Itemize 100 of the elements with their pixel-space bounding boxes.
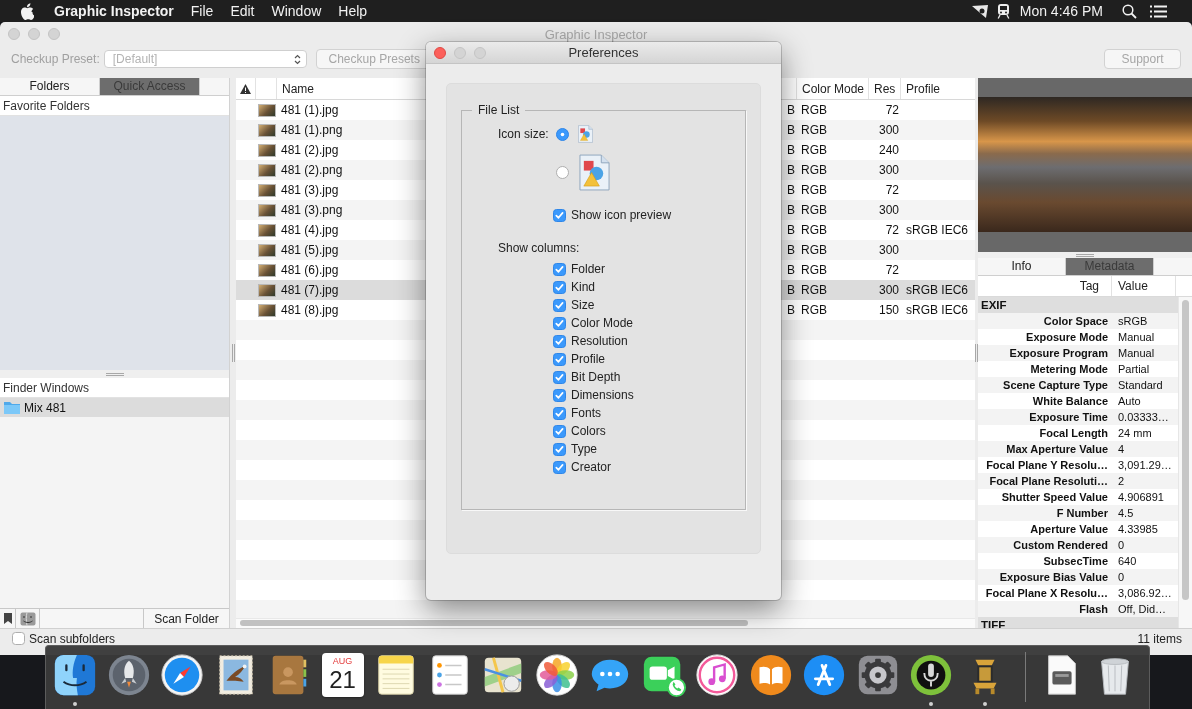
table-cell: RGB: [801, 283, 827, 297]
metadata-value: 4.33985: [1117, 522, 1159, 537]
metadata-tag: Metering Mode: [978, 361, 1112, 377]
file-name: 481 (5).jpg: [281, 243, 339, 257]
metadata-value: 0: [1117, 538, 1126, 553]
metadata-tag: Shutter Speed Value: [978, 489, 1112, 505]
metadata-value: 4.5: [1117, 506, 1135, 521]
table-cell: RGB: [801, 123, 827, 137]
table-cell: RGB: [801, 303, 827, 317]
icon-size-label: Icon size:: [498, 126, 550, 143]
table-cell: RGB: [801, 243, 827, 257]
checkbox-label: Scan subfolders: [29, 632, 116, 646]
metadata-tag: Focal Plane X Resolu…: [978, 585, 1112, 601]
file-name: 481 (1).jpg: [281, 103, 339, 117]
checkbox-label: Type: [571, 442, 597, 456]
table-cell: B: [787, 123, 795, 137]
metadata-tag: F Number: [978, 505, 1112, 521]
checkbox-label: Colors: [571, 424, 606, 438]
metadata-value: Manual: [1117, 330, 1156, 345]
window-title: Graphic Inspector: [544, 26, 648, 42]
checkbox-label: Profile: [571, 352, 605, 366]
checkbox-label: Dimensions: [571, 388, 634, 402]
metadata-value: 0.03333…: [1117, 410, 1170, 425]
table-cell: B: [787, 163, 795, 177]
file-name: 481 (6).jpg: [281, 263, 339, 277]
metadata-value: Standard: [1117, 378, 1164, 393]
table-cell: B: [787, 103, 795, 117]
group-header: EXIF: [978, 297, 1178, 313]
metadata-value: 3,091.29…: [1117, 458, 1173, 473]
table-cell: RGB: [801, 203, 827, 217]
metadata-tag: Focal Plane Y Resolu…: [978, 457, 1112, 473]
table-cell: B: [787, 223, 795, 237]
file-name: 481 (2).jpg: [281, 143, 339, 157]
metadata-value: 4: [1117, 442, 1126, 457]
metadata-value: 4.906891: [1117, 490, 1165, 505]
metadata-tag: White Balance: [978, 393, 1112, 409]
table-cell: B: [787, 143, 795, 157]
table-cell: B: [787, 183, 795, 197]
table-cell: B: [787, 203, 795, 217]
metadata-value: 640: [1117, 554, 1138, 569]
checkbox-label: Show icon preview: [571, 208, 672, 222]
table-cell: B: [787, 263, 795, 277]
file-name: 481 (8).jpg: [281, 303, 339, 317]
section-header: Favorite Folders: [0, 96, 229, 116]
checkbox-label: Size: [571, 298, 595, 312]
section-header: Finder Windows: [0, 378, 229, 398]
group-title: File List: [477, 103, 521, 117]
table-cell: B: [787, 243, 795, 257]
metadata-value: Auto: [1117, 394, 1142, 409]
table-cell: 72: [885, 223, 899, 237]
metadata-value: Manual: [1117, 346, 1156, 361]
metadata-tag: Exposure Program: [978, 345, 1112, 361]
table-cell: 300: [878, 123, 899, 137]
metadata-value: sRGB: [1117, 314, 1149, 329]
metadata-tag: Focal Plane Resoluti…: [978, 473, 1112, 489]
file-name: 481 (2).png: [281, 163, 343, 177]
table-cell: RGB: [801, 183, 827, 197]
table-cell: sRGB IEC6: [906, 303, 968, 317]
checkbox-label: Resolution: [571, 334, 628, 348]
table-cell: RGB: [801, 143, 827, 157]
metadata-tag: SubsecTime: [978, 553, 1112, 569]
table-cell: 72: [885, 263, 899, 277]
item-count: 11 items: [1137, 632, 1182, 646]
metadata-tag: Color Space: [978, 313, 1112, 329]
checkbox-label: Creator: [571, 460, 611, 474]
table-cell: B: [787, 283, 795, 297]
table-cell: 240: [878, 143, 899, 157]
metadata-value: 2: [1117, 474, 1126, 489]
checkbox-label: Kind: [571, 280, 596, 294]
metadata-tag: Scene Capture Type: [978, 377, 1112, 393]
metadata-value: 0: [1117, 570, 1126, 585]
metadata-tag: Exposure Bias Value: [978, 569, 1112, 585]
table-cell: 300: [878, 283, 899, 297]
table-cell: sRGB IEC6: [906, 223, 968, 237]
file-name: 481 (3).png: [281, 203, 343, 217]
metadata-value: Off, Did…: [1117, 602, 1168, 617]
metadata-value: 24 mm: [1117, 426, 1153, 441]
checkbox-label: Fonts: [571, 406, 601, 420]
metadata-tag: Aperture Value: [978, 521, 1112, 537]
file-name: 481 (1).png: [281, 123, 343, 137]
checkbox-label: Bit Depth: [571, 370, 621, 384]
file-name: 481 (7).jpg: [281, 283, 339, 297]
checkbox-label: Color Mode: [571, 316, 634, 330]
table-cell: RGB: [801, 103, 827, 117]
dialog-title: Preferences: [568, 45, 639, 60]
metadata-tag: Exposure Mode: [978, 329, 1112, 345]
table-cell: 300: [878, 243, 899, 257]
file-name: 481 (4).jpg: [281, 223, 339, 237]
metadata-value: 3,086.92…: [1117, 586, 1173, 601]
table-cell: 300: [878, 203, 899, 217]
table-cell: B: [787, 303, 795, 317]
metadata-tag: Focal Length: [978, 425, 1112, 441]
metadata-value: Partial: [1117, 362, 1151, 377]
table-cell: 72: [885, 183, 899, 197]
checkbox-label: Folder: [571, 262, 605, 276]
preset-label: Checkup Preset:: [11, 51, 100, 68]
metadata-tag: Exposure Time: [978, 409, 1112, 425]
table-cell: 150: [878, 303, 899, 317]
table-cell: RGB: [801, 163, 827, 177]
file-name: 481 (3).jpg: [281, 183, 339, 197]
